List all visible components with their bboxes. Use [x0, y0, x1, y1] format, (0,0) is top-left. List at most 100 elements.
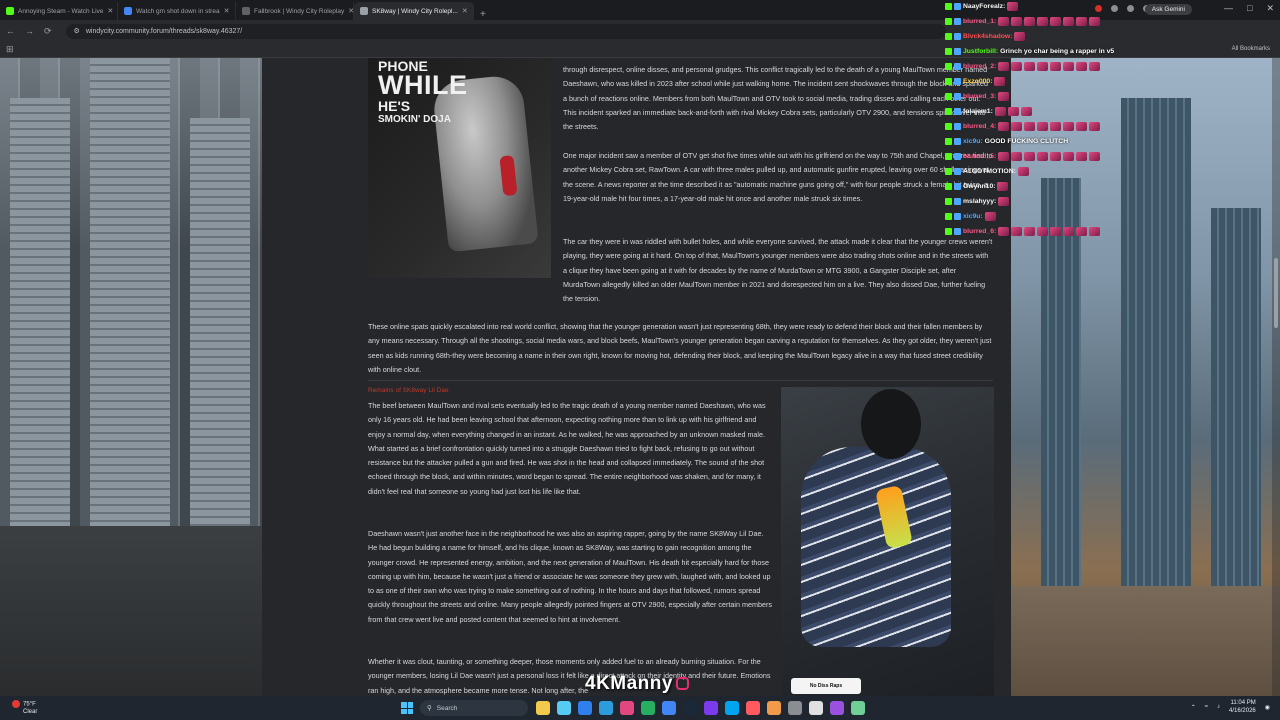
tab-close-icon[interactable]: ✕ — [107, 7, 113, 15]
chat-emote-icon — [1024, 226, 1036, 236]
taskbar-app-icon[interactable] — [557, 701, 571, 715]
taskbar-app-icon[interactable] — [767, 701, 781, 715]
chat-username[interactable]: blurred_1: — [963, 18, 996, 25]
ask-gemini-button[interactable]: Ask Gemini — [1144, 4, 1192, 15]
browser-tab[interactable]: Watch gm shot down in strea ✕ — [118, 2, 236, 20]
chat-username[interactable]: xic9u: — [963, 138, 983, 145]
chat-emote-icon — [998, 196, 1010, 206]
chat-username[interactable]: Gwynn10: — [963, 183, 995, 190]
taskbar-app-icon[interactable] — [788, 701, 802, 715]
back-icon[interactable]: ← — [6, 26, 15, 36]
start-button[interactable] — [401, 702, 413, 714]
chat-username[interactable]: mslahyyy: — [963, 198, 996, 205]
tab-title: Fallbrook | Windy City Roleplay — [254, 7, 345, 15]
streamer-watermark: 4KManny — [585, 673, 689, 695]
site-info-icon[interactable]: ⚙ — [74, 27, 80, 35]
taskbar-app-icon[interactable] — [578, 701, 592, 715]
weather-widget[interactable]: 75°F Clear — [12, 700, 37, 716]
chat-emote-icon — [998, 91, 1010, 101]
taskbar-app-icon[interactable] — [599, 701, 613, 715]
taskbar-app-icon[interactable] — [662, 701, 676, 715]
browser-tab[interactable]: Annoying Steam - Watch Live ✕ — [0, 2, 118, 20]
chat-emote-icon — [984, 211, 996, 221]
chat-message: blurred_5: — [945, 150, 1101, 162]
chat-badge-icon — [945, 62, 952, 70]
windows-taskbar: 75°F Clear ⚲ Search ⌃ ≈ ♪ 11:04 PM 4/16/… — [0, 696, 1280, 720]
url-input[interactable]: ⚙ windycity.community.forum/threads/sk8w… — [65, 23, 946, 39]
chat-message: Exzo000: — [945, 75, 1006, 87]
chat-emote-icon — [1037, 121, 1049, 131]
chat-badge-icon — [954, 62, 961, 70]
chat-emote-icon — [1011, 151, 1023, 161]
taskbar-app-icon[interactable] — [536, 701, 550, 715]
taskbar-app-icon[interactable] — [725, 701, 739, 715]
tab-close-icon[interactable]: ✕ — [224, 7, 230, 15]
chat-username[interactable]: Justforbill: — [963, 48, 998, 55]
tab-title: Annoying Steam - Watch Live — [18, 7, 104, 15]
minimize-icon[interactable]: — — [1224, 3, 1233, 14]
chat-emote-icon — [1014, 31, 1026, 41]
post-image-top: PHONE WHILE HE'S SMOKIN' DOJA — [368, 58, 551, 278]
chat-emote-icon — [1011, 121, 1023, 131]
reload-icon[interactable]: ⟳ — [44, 26, 52, 37]
taskbar-app-icon[interactable] — [830, 701, 844, 715]
chat-emote-icon — [1020, 106, 1032, 116]
chat-username[interactable]: blurred_5: — [963, 153, 996, 160]
tab-close-icon[interactable]: ✕ — [462, 7, 468, 15]
image-text-line3: HE'S — [378, 98, 411, 114]
chat-emote-icon — [1024, 16, 1036, 26]
taskbar-app-icon[interactable] — [683, 701, 697, 715]
notification-bell-icon[interactable]: ◉ — [1265, 704, 1270, 711]
chat-badge-icon — [945, 152, 952, 160]
chat-username[interactable]: folajem1: — [963, 108, 993, 115]
wifi-icon[interactable]: ≈ — [1205, 704, 1208, 710]
chat-badge-icon — [945, 92, 952, 100]
head-illustration — [861, 389, 921, 459]
post-paragraph: through disrespect, online disses, and p… — [563, 65, 988, 132]
chat-username[interactable]: blurred_2: — [963, 63, 996, 70]
clock[interactable]: 11:04 PM 4/16/2026 — [1229, 699, 1256, 715]
chat-username[interactable]: A1GOTMOTION: — [963, 168, 1016, 175]
chat-emote-icon — [1050, 151, 1062, 161]
forward-icon[interactable]: → — [25, 26, 34, 36]
new-tab-button[interactable]: + — [474, 9, 492, 20]
chat-username[interactable]: blurred_3: — [963, 93, 996, 100]
post-paragraph: The beef between MaulTown and rival sets… — [368, 401, 766, 496]
chat-username[interactable]: NaayForealz: — [963, 3, 1005, 10]
taskbar-search[interactable]: ⚲ Search — [420, 700, 528, 716]
background-city-left — [0, 58, 262, 696]
taskbar-app-icon[interactable] — [809, 701, 823, 715]
taskbar-app-icon[interactable] — [704, 701, 718, 715]
scrollbar-thumb[interactable] — [1274, 258, 1278, 328]
chat-emote-icon — [1063, 151, 1075, 161]
chat-badge-icon — [954, 92, 961, 100]
image-text-line4: SMOKIN' DOJA — [378, 114, 451, 125]
instagram-icon — [675, 677, 689, 691]
sign-label: No Diss Raps — [791, 678, 861, 694]
post-image-photo[interactable]: No Diss Raps — [781, 387, 994, 696]
chat-username[interactable]: blurred_6: — [963, 228, 996, 235]
chat-username[interactable]: blurred_4: — [963, 123, 996, 130]
chat-message: Gwynn10: — [945, 180, 1009, 192]
taskbar-app-icon[interactable] — [641, 701, 655, 715]
chat-username[interactable]: Exzo000: — [963, 78, 992, 85]
chat-badge-icon — [954, 47, 961, 55]
chat-username[interactable]: xic9u: — [963, 213, 983, 220]
chat-badge-icon — [945, 197, 952, 205]
chat-username[interactable]: Blvck4shadow: — [963, 33, 1012, 40]
browser-tab[interactable]: Fallbrook | Windy City Roleplay ✕ — [236, 2, 354, 20]
browser-tab[interactable]: SK8way | Windy City Rolepl... ✕ — [354, 2, 474, 20]
apps-grid-icon[interactable]: ⊞ — [6, 44, 14, 55]
page-scrollbar[interactable] — [1272, 58, 1280, 696]
taskbar-app-icon[interactable] — [620, 701, 634, 715]
taskbar-app-icon[interactable] — [746, 701, 760, 715]
close-icon[interactable]: ✕ — [1266, 3, 1274, 14]
taskbar-app-icon[interactable] — [851, 701, 865, 715]
chat-message: A1GOTMOTION: — [945, 165, 1029, 177]
chevron-up-icon[interactable]: ⌃ — [1191, 704, 1196, 711]
chat-emote-icon — [1089, 61, 1101, 71]
volume-icon[interactable]: ♪ — [1217, 704, 1220, 710]
all-bookmarks-link[interactable]: All Bookmarks — [1232, 46, 1270, 52]
chat-emote-icon — [1063, 226, 1075, 236]
maximize-icon[interactable]: □ — [1247, 3, 1252, 14]
